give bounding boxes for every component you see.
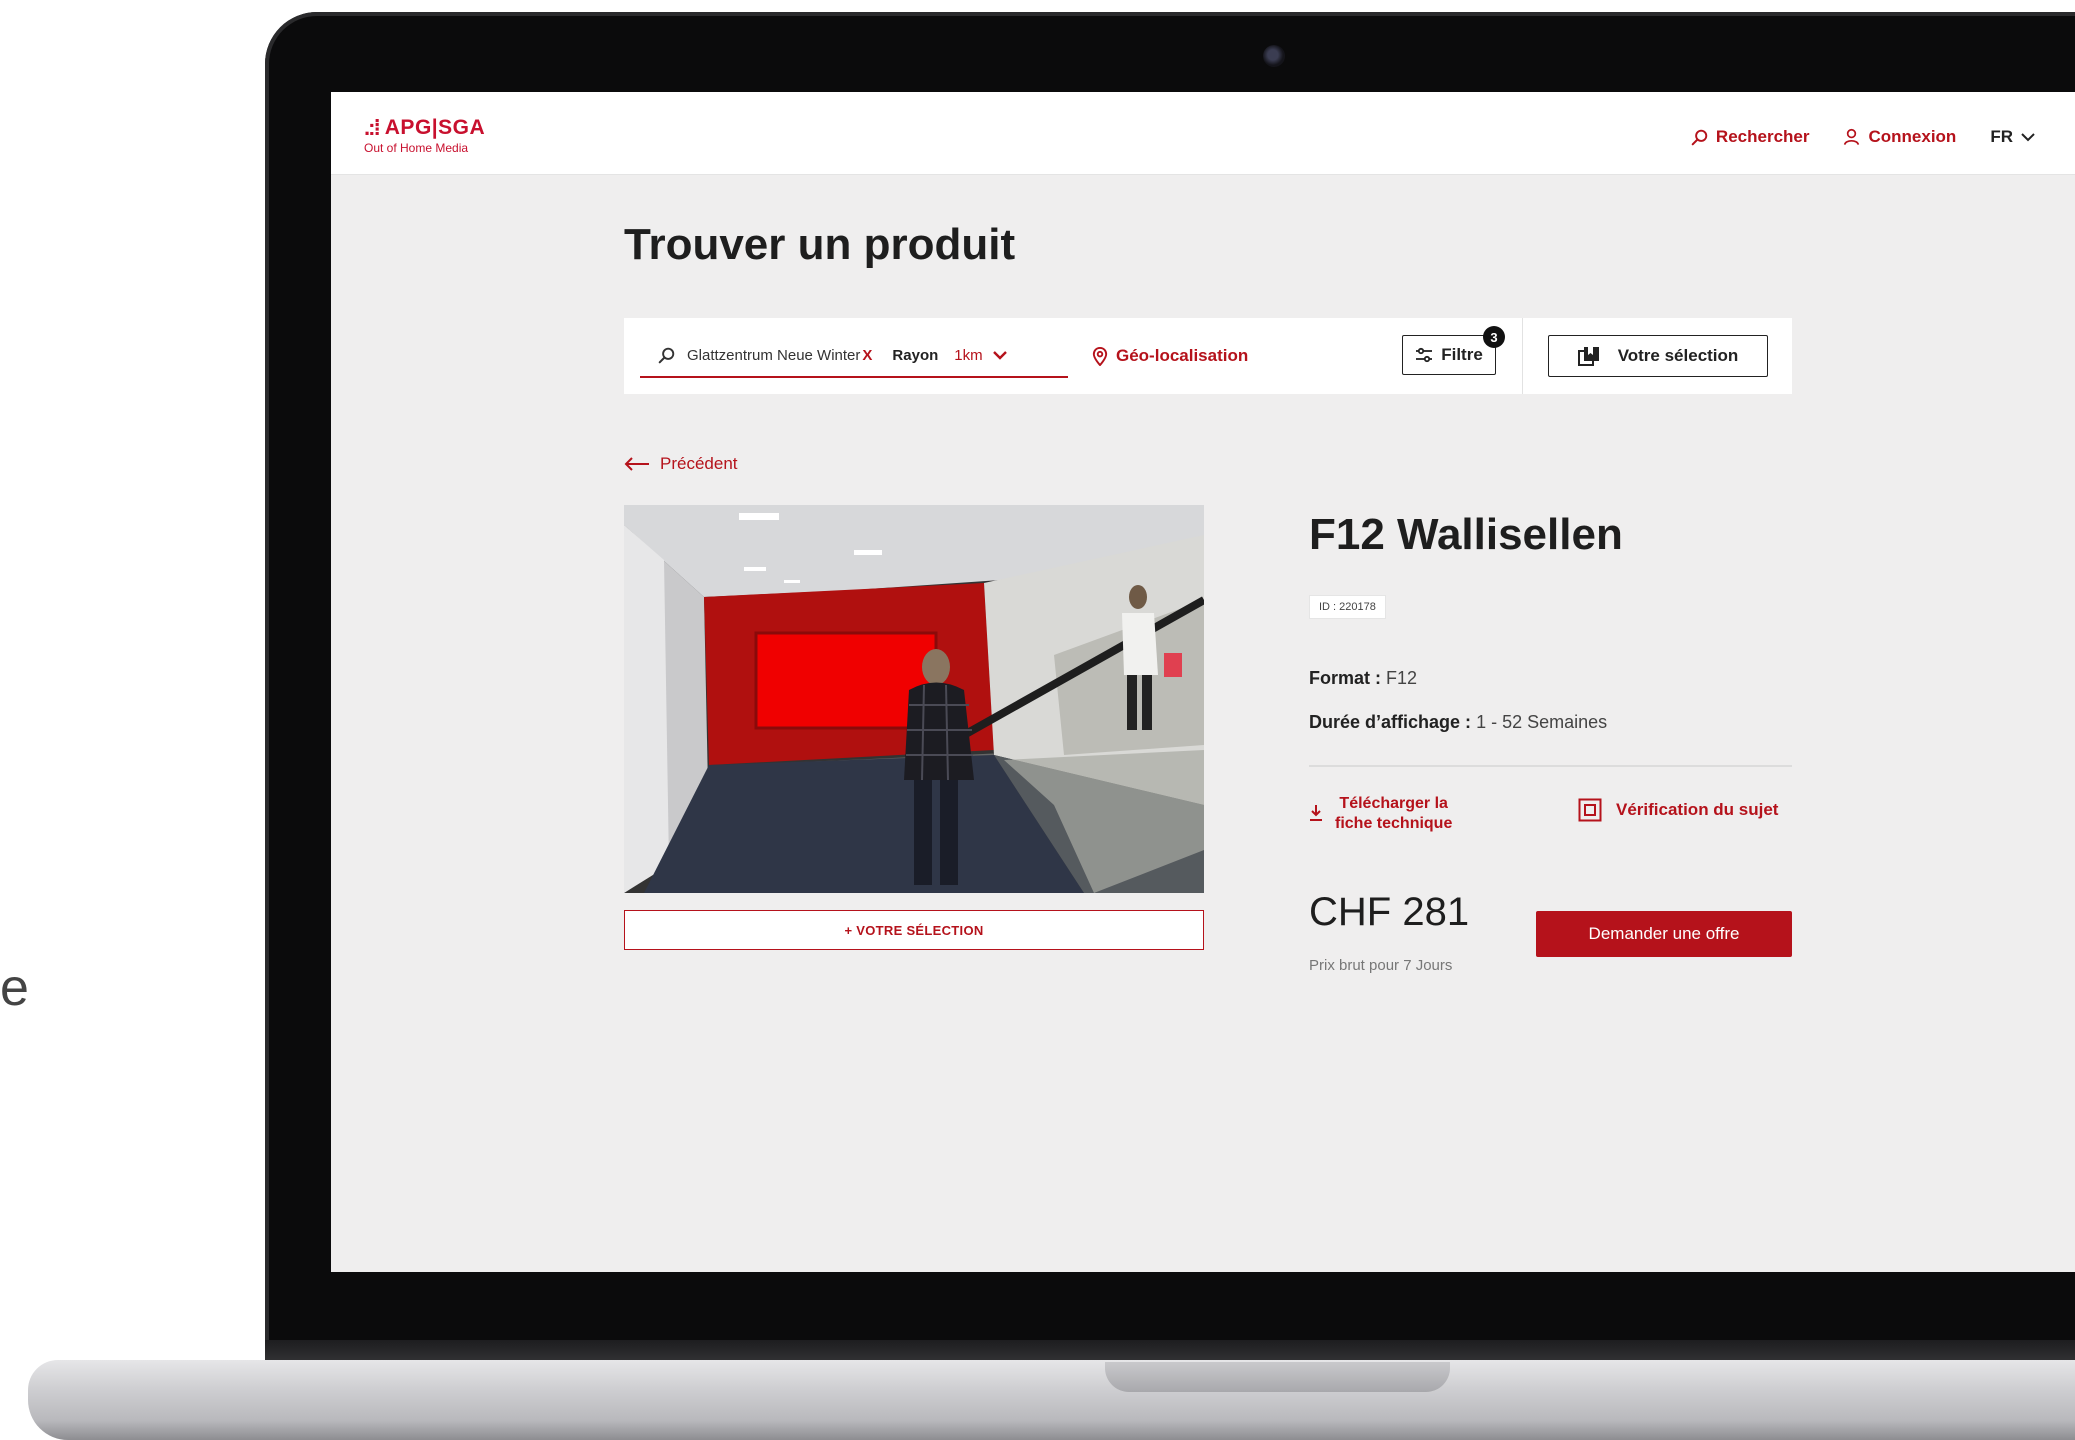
language-selector[interactable]: FR: [1990, 127, 2035, 147]
nav-login[interactable]: Connexion: [1843, 127, 1956, 147]
price-note: Prix brut pour 7 Jours: [1309, 957, 1453, 974]
header-nav: Rechercher Connexion FR: [1691, 127, 2035, 147]
product-title: F12 Wallisellen: [1309, 510, 1623, 559]
location-pin-icon: [1092, 346, 1108, 366]
search-query: Glattzentrum Neue Winter: [687, 346, 861, 364]
webcam: [1263, 45, 1285, 67]
nav-search[interactable]: Rechercher: [1691, 127, 1810, 147]
add-to-selection-button[interactable]: + VOTRE SÉLECTION: [624, 910, 1204, 950]
logo-tagline: Out of Home Media: [364, 141, 469, 155]
nav-search-label: Rechercher: [1715, 127, 1810, 146]
download-line-2: fiche technique: [1335, 815, 1453, 832]
format-value: F12: [1386, 668, 1418, 688]
download-datasheet-link[interactable]: Télécharger la fiche technique: [1309, 794, 1452, 834]
site-header: .:⁞ APG|SGA Out of Home Media Rechercher…: [331, 92, 2075, 175]
search-bar: Glattzentrum Neue Winter X Rayon 1km Géo…: [624, 318, 1792, 394]
back-label: Précédent: [660, 454, 738, 473]
geolocation-button[interactable]: Géo-localisation: [1092, 346, 1248, 366]
duration-label: Durée d’affichage :: [1309, 712, 1472, 732]
download-line-1: Télécharger la: [1339, 795, 1448, 812]
back-link[interactable]: Précédent: [624, 454, 738, 474]
radius-label: Rayon: [892, 346, 939, 364]
edge-letter: e: [0, 959, 29, 1017]
search-icon: [1691, 129, 1708, 145]
geolocation-label: Géo-localisation: [1116, 346, 1249, 365]
laptop-base: [28, 1360, 2075, 1440]
frame-check-icon: [1578, 798, 1602, 822]
search-icon: [658, 347, 675, 363]
browser-screen: .:⁞ APG|SGA Out of Home Media Rechercher…: [331, 92, 2075, 1272]
logo-brand: APG|SGA: [384, 116, 486, 139]
selection-label: Votre sélection: [1617, 346, 1739, 365]
verification-label: Vérification du sujet: [1616, 800, 1779, 819]
search-input[interactable]: Glattzentrum Neue Winter X Rayon 1km: [640, 334, 1068, 378]
corridor-photo: [624, 505, 1204, 893]
duration-spec: Durée d’affichage : 1 - 52 Semaines: [1309, 712, 1607, 733]
bookmark-stack-icon: [1577, 347, 1599, 366]
filter-button[interactable]: Filtre 3: [1402, 326, 1505, 375]
filter-count-badge: 3: [1483, 326, 1505, 348]
laptop-notch: [1105, 1362, 1450, 1392]
radius-value: 1km: [954, 346, 983, 364]
arrow-left-icon: [624, 457, 649, 471]
details-divider: [1309, 765, 1792, 767]
clear-search-button[interactable]: X: [862, 347, 872, 364]
user-icon: [1844, 128, 1860, 146]
page-title: Trouver un produit: [624, 220, 1016, 269]
language-label: FR: [1990, 127, 2013, 146]
nav-login-label: Connexion: [1868, 127, 1957, 146]
chevron-down-icon: [2021, 133, 2035, 142]
subject-verification-link[interactable]: Vérification du sujet: [1578, 798, 1778, 822]
search-divider: [1522, 318, 1523, 394]
download-icon: [1310, 805, 1322, 821]
chevron-down-icon: [992, 351, 1007, 360]
filter-label: Filtre: [1441, 345, 1483, 364]
filter-sliders-icon: [1416, 347, 1433, 363]
product-price: CHF 281: [1309, 890, 1470, 934]
product-photo: [624, 505, 1204, 893]
logo-dots-icon: .:⁞: [364, 115, 381, 140]
product-id-badge: ID : 220178: [1309, 595, 1386, 619]
apg-sga-logo[interactable]: .:⁞ APG|SGA Out of Home Media: [364, 116, 485, 155]
format-label: Format :: [1309, 668, 1381, 688]
format-spec: Format : F12: [1309, 668, 1417, 689]
your-selection-button[interactable]: Votre sélection: [1548, 335, 1768, 377]
request-offer-button[interactable]: Demander une offre: [1536, 911, 1792, 957]
radius-select[interactable]: 1km: [954, 346, 1007, 364]
duration-value: 1 - 52 Semaines: [1476, 712, 1608, 732]
